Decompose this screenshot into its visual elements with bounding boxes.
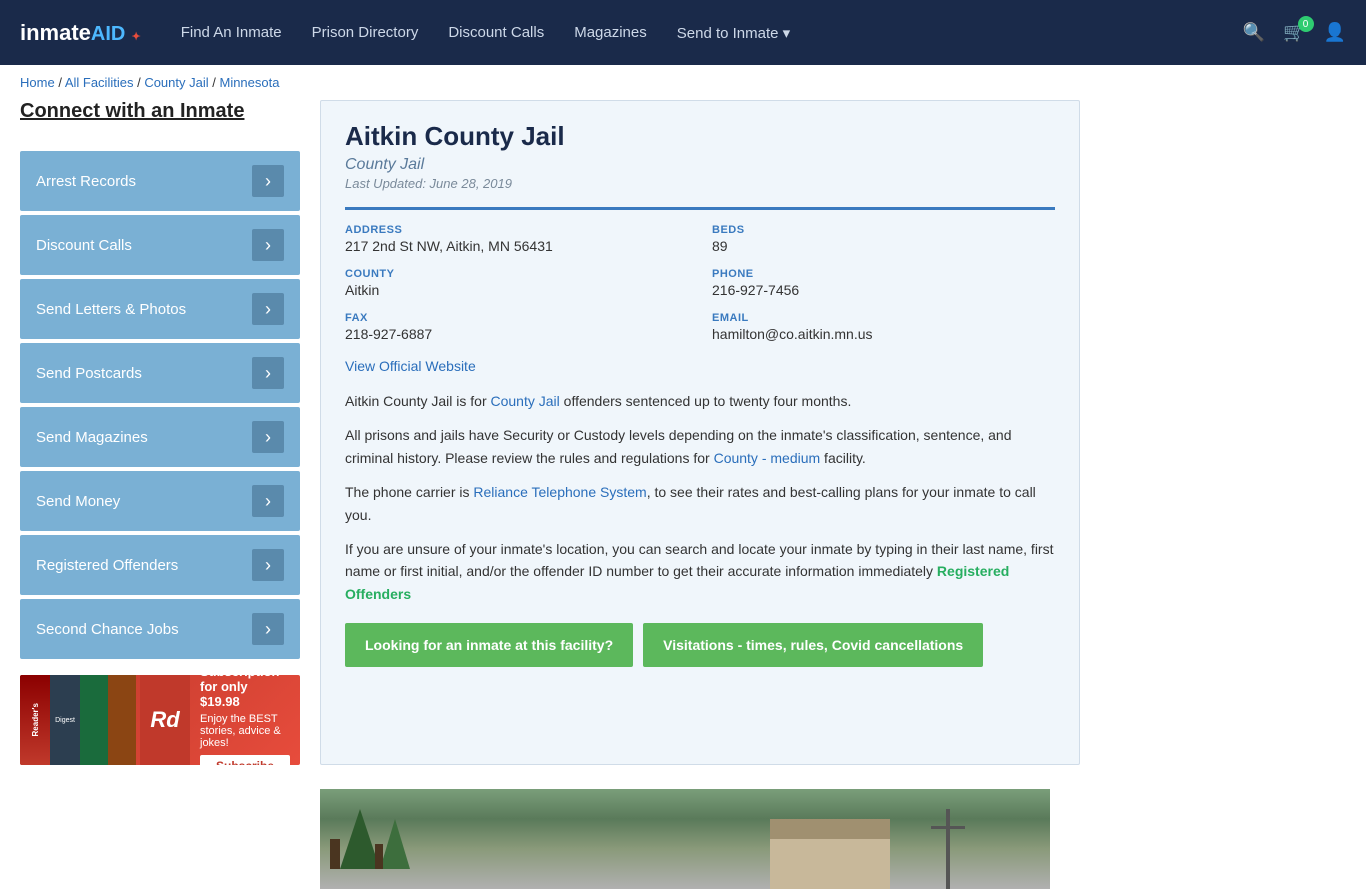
sidebar-item-send-postcards[interactable]: Send Postcards ›	[20, 343, 300, 403]
sidebar-item-send-money[interactable]: Send Money ›	[20, 471, 300, 531]
main-container: Connect with an Inmate Arrest Records › …	[0, 100, 1100, 785]
desc1-end: offenders sentenced up to twenty four mo…	[560, 393, 852, 409]
sidebar-item-label-send-letters: Send Letters & Photos	[36, 301, 186, 318]
description-p3: The phone carrier is Reliance Telephone …	[345, 481, 1055, 526]
facility-updated: Last Updated: June 28, 2019	[345, 176, 1055, 191]
desc2-start: All prisons and jails have Security or C…	[345, 427, 1012, 465]
breadcrumb: Home / All Facilities / County Jail / Mi…	[0, 65, 1366, 100]
address-label: ADDRESS	[345, 224, 688, 236]
address-block: ADDRESS 217 2nd St NW, Aitkin, MN 56431	[345, 224, 688, 254]
beds-block: BEDS 89	[712, 224, 1055, 254]
desc3-start: The phone carrier is	[345, 484, 473, 500]
sidebar-item-discount-calls[interactable]: Discount Calls ›	[20, 215, 300, 275]
chevron-icon-send-magazines: ›	[252, 421, 284, 453]
phone-block: PHONE 216-927-7456	[712, 268, 1055, 298]
phone-label: PHONE	[712, 268, 1055, 280]
ad-title: 1 Year Subscription for only $19.98	[200, 675, 290, 709]
search-button[interactable]: 🔍	[1243, 22, 1265, 43]
fax-label: FAX	[345, 312, 688, 324]
chevron-icon-registered-offenders: ›	[252, 549, 284, 581]
logo-text: inmateAID ✦	[20, 20, 141, 45]
description: Aitkin County Jail is for County Jail of…	[345, 390, 1055, 605]
description-p1: Aitkin County Jail is for County Jail of…	[345, 390, 1055, 412]
county-block: COUNTY Aitkin	[345, 268, 688, 298]
sidebar-item-label-registered-offenders: Registered Offenders	[36, 557, 178, 574]
chevron-icon-send-money: ›	[252, 485, 284, 517]
sidebar-item-send-magazines[interactable]: Send Magazines ›	[20, 407, 300, 467]
sidebar-item-label-send-money: Send Money	[36, 493, 120, 510]
facility-type: County Jail	[345, 156, 1055, 174]
sidebar-item-second-chance-jobs[interactable]: Second Chance Jobs ›	[20, 599, 300, 659]
email-block: EMAIL hamilton@co.aitkin.mn.us	[712, 312, 1055, 342]
official-website-link[interactable]: View Official Website	[345, 358, 476, 374]
facility-image-container	[0, 789, 1100, 889]
ad-description: Enjoy the BEST stories, advice & jokes!	[200, 713, 290, 749]
desc3-reliance-link[interactable]: Reliance Telephone System	[473, 484, 646, 500]
navbar: inmateAID ✦ Find An Inmate Prison Direct…	[0, 0, 1366, 65]
content-area: Aitkin County Jail County Jail Last Upda…	[320, 100, 1080, 765]
description-p2: All prisons and jails have Security or C…	[345, 424, 1055, 469]
breadcrumb-all-facilities[interactable]: All Facilities	[65, 75, 134, 90]
sidebar: Connect with an Inmate Arrest Records › …	[20, 100, 300, 765]
fax-block: FAX 218-927-6887	[345, 312, 688, 342]
desc2-end: facility.	[820, 450, 866, 466]
chevron-icon-second-chance-jobs: ›	[252, 613, 284, 645]
official-website-row: View Official Website	[345, 358, 1055, 374]
desc2-county-medium-link[interactable]: County - medium	[714, 450, 821, 466]
chevron-icon-send-letters: ›	[252, 293, 284, 325]
nav-prison-directory[interactable]: Prison Directory	[312, 24, 419, 41]
chevron-icon-discount-calls: ›	[252, 229, 284, 261]
cart-button[interactable]: 🛒 0	[1283, 22, 1305, 43]
address-value: 217 2nd St NW, Aitkin, MN 56431	[345, 238, 688, 254]
county-value: Aitkin	[345, 282, 688, 298]
facility-image	[320, 789, 1050, 889]
sidebar-item-send-letters[interactable]: Send Letters & Photos ›	[20, 279, 300, 339]
sidebar-item-registered-offenders[interactable]: Registered Offenders ›	[20, 535, 300, 595]
logo[interactable]: inmateAID ✦	[20, 20, 141, 46]
breadcrumb-county-jail[interactable]: County Jail	[144, 75, 208, 90]
sidebar-item-arrest-records[interactable]: Arrest Records ›	[20, 151, 300, 211]
user-button[interactable]: 👤	[1324, 22, 1346, 43]
breadcrumb-state[interactable]: Minnesota	[219, 75, 279, 90]
chevron-icon-send-postcards: ›	[252, 357, 284, 389]
nav-links: Find An Inmate Prison Directory Discount…	[181, 24, 1243, 42]
county-label: COUNTY	[345, 268, 688, 280]
sidebar-item-label-arrest-records: Arrest Records	[36, 173, 136, 190]
ad-subscribe-button[interactable]: Subscribe Now	[200, 755, 290, 765]
sidebar-item-label-discount-calls: Discount Calls	[36, 237, 132, 254]
nav-discount-calls[interactable]: Discount Calls	[448, 24, 544, 41]
sidebar-item-label-send-magazines: Send Magazines	[36, 429, 148, 446]
action-buttons: Looking for an inmate at this facility? …	[345, 623, 1055, 667]
ad-rd-logo: Rd	[150, 707, 179, 733]
info-grid: ADDRESS 217 2nd St NW, Aitkin, MN 56431 …	[345, 207, 1055, 342]
ad-content: 1 Year Subscription for only $19.98 Enjo…	[190, 675, 300, 765]
desc1-county-jail-link[interactable]: County Jail	[491, 393, 560, 409]
email-label: EMAIL	[712, 312, 1055, 324]
sidebar-item-label-send-postcards: Send Postcards	[36, 365, 142, 382]
breadcrumb-home[interactable]: Home	[20, 75, 55, 90]
desc1-start: Aitkin County Jail is for	[345, 393, 491, 409]
find-inmate-button[interactable]: Looking for an inmate at this facility?	[345, 623, 633, 667]
sidebar-title: Connect with an Inmate	[20, 100, 244, 123]
sidebar-ad[interactable]: Reader's Digest Rd 1 Year Subscription f…	[20, 675, 300, 765]
nav-send-to-inmate[interactable]: Send to Inmate ▾	[677, 24, 790, 42]
email-value: hamilton@co.aitkin.mn.us	[712, 326, 1055, 342]
beds-label: BEDS	[712, 224, 1055, 236]
phone-value: 216-927-7456	[712, 282, 1055, 298]
cart-badge: 0	[1298, 16, 1314, 32]
chevron-icon-arrest-records: ›	[252, 165, 284, 197]
nav-find-an-inmate[interactable]: Find An Inmate	[181, 24, 282, 41]
beds-value: 89	[712, 238, 1055, 254]
visitation-button[interactable]: Visitations - times, rules, Covid cancel…	[643, 623, 983, 667]
facility-name: Aitkin County Jail	[345, 121, 1055, 152]
nav-magazines[interactable]: Magazines	[574, 24, 647, 41]
sidebar-menu: Arrest Records › Discount Calls › Send L…	[20, 151, 300, 659]
sidebar-item-label-second-chance-jobs: Second Chance Jobs	[36, 621, 179, 638]
fax-value: 218-927-6887	[345, 326, 688, 342]
description-p4: If you are unsure of your inmate's locat…	[345, 538, 1055, 605]
nav-icons: 🔍 🛒 0 👤	[1243, 22, 1346, 43]
